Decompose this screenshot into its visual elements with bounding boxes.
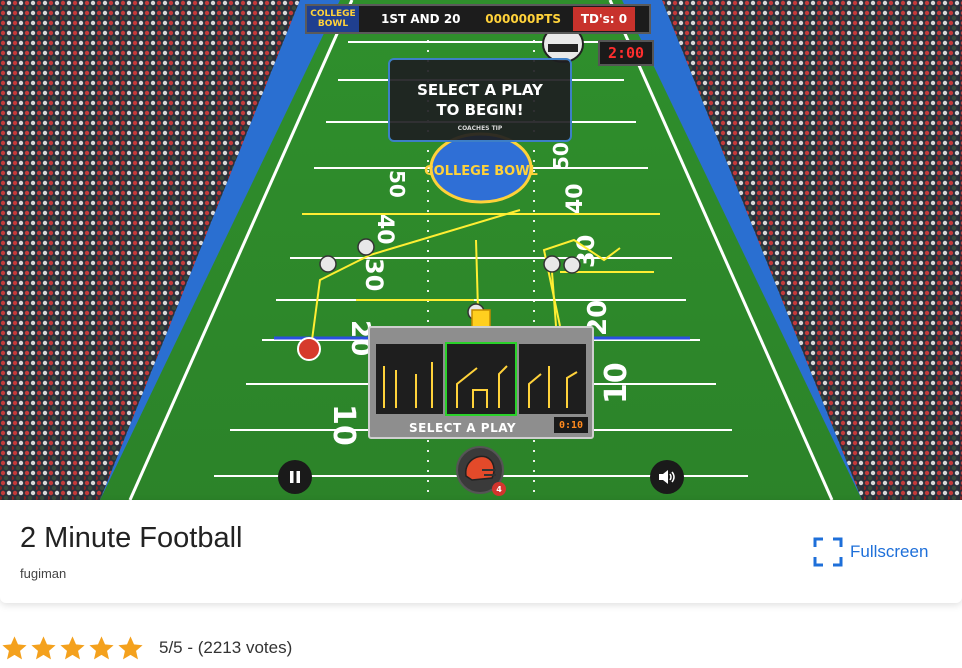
game-author[interactable]: fugiman: [20, 566, 66, 581]
star-rating[interactable]: [0, 634, 145, 663]
college-bowl-logo: COLLEGE BOWL: [307, 6, 359, 32]
rating-text: 5/5 - (2213 votes): [159, 638, 293, 657]
points-display: 000000PTS: [485, 12, 561, 26]
yard-number-right-10: 10: [599, 362, 634, 404]
coach-tip-caption: COACHES TIP: [457, 125, 503, 132]
coach-tip-panel: SELECT A PLAY TO BEGIN! COACHES TIP: [388, 58, 572, 142]
fullscreen-icon: [813, 537, 843, 567]
logo-line-2: BOWL: [317, 19, 349, 29]
star-icon[interactable]: [58, 634, 87, 663]
yard-number-right-50: 50: [549, 142, 573, 170]
star-icon[interactable]: [29, 634, 58, 663]
user-player: [297, 337, 321, 361]
midfield-logo-text: COLLEGE BOWL: [424, 164, 538, 179]
play-card-3[interactable]: [518, 344, 586, 414]
play-card-1[interactable]: [376, 344, 444, 414]
rating-row: 5/5 - (2213 votes): [0, 632, 292, 664]
touchdowns-display: TD's: 0: [573, 7, 635, 31]
game-title: 2 Minute Football: [20, 522, 243, 554]
fullscreen-button[interactable]: Fullscreen: [812, 536, 928, 568]
star-icon[interactable]: [0, 634, 29, 663]
game-canvas[interactable]: COLLEGE BOWL 50 50 40 40 30 30 20 20 10 …: [0, 0, 962, 500]
yard-number-left-30: 30: [360, 258, 388, 291]
helmet-count-badge: 4: [492, 482, 506, 496]
scoreboard: COLLEGE BOWL 1ST AND 20 000000PTS TD's: …: [305, 4, 651, 34]
play-card-2[interactable]: [445, 342, 517, 416]
pause-icon: [290, 471, 300, 483]
sound-button[interactable]: [650, 460, 684, 494]
fullscreen-label: Fullscreen: [850, 542, 929, 561]
yard-number-left-50: 50: [385, 170, 409, 198]
logo-line-1: COLLEGE: [310, 9, 356, 19]
play-selector: SELECT A PLAY 0:10: [368, 326, 594, 439]
game-info-card: 2 Minute Football fugiman Fullscreen: [0, 500, 962, 603]
star-icon[interactable]: [87, 634, 116, 663]
play-diagram-2: [456, 365, 509, 408]
star-icon[interactable]: [116, 634, 145, 663]
play-timer: 0:10: [554, 417, 588, 433]
down-and-distance: 1ST AND 20: [381, 12, 461, 26]
play-diagram-3: [527, 366, 578, 408]
yard-number-right-40: 40: [563, 183, 588, 214]
speaker-icon: [659, 470, 675, 484]
coach-tip-message: SELECT A PLAY TO BEGIN!: [417, 81, 543, 119]
yard-number-left-10: 10: [326, 404, 361, 446]
pause-button[interactable]: [278, 460, 312, 494]
play-diagram-1: [383, 362, 433, 408]
select-a-play-label: SELECT A PLAY: [408, 421, 517, 435]
game-clock: 2:00: [598, 40, 654, 66]
yard-number-left-40: 40: [372, 214, 397, 245]
